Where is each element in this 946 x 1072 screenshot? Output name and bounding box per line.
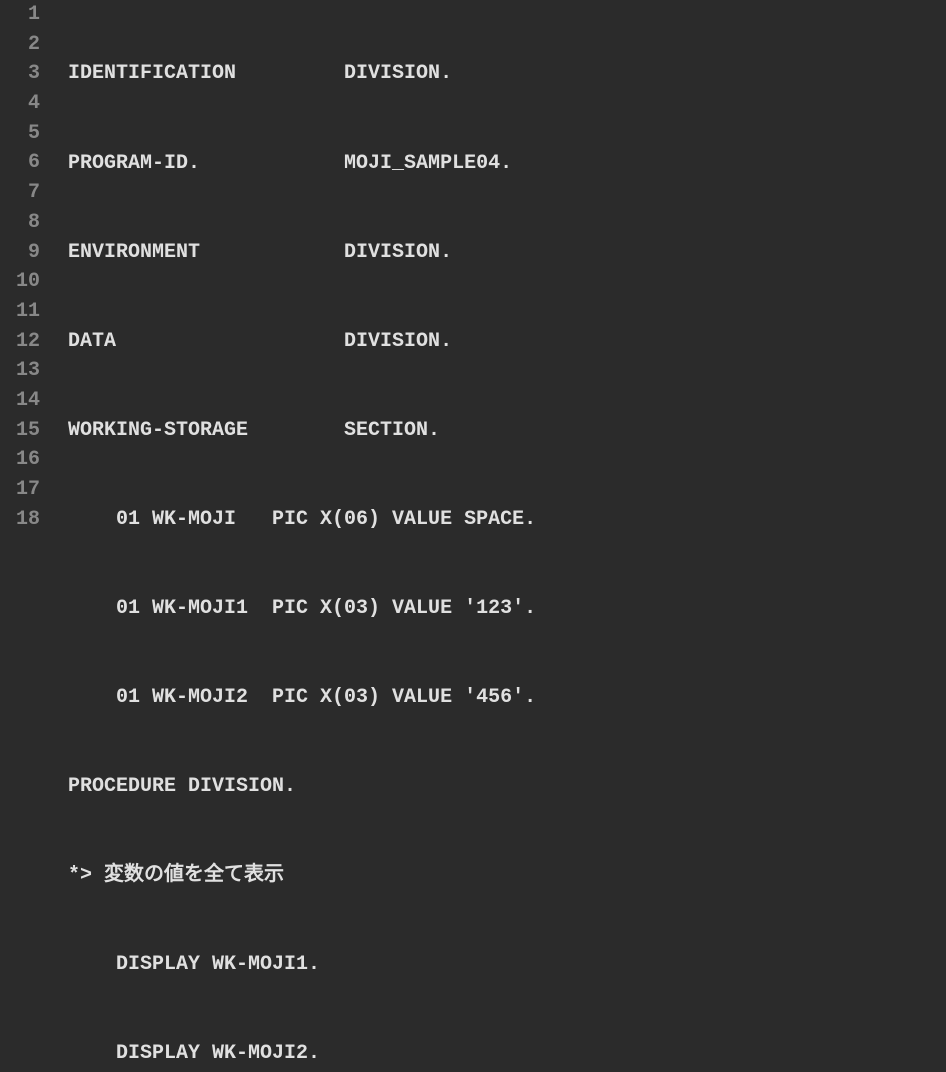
code-line[interactable]: 01 WK-MOJI2 PIC X(03) VALUE '456'. <box>56 683 946 713</box>
line-number: 1 <box>0 0 40 30</box>
line-number: 3 <box>0 59 40 89</box>
line-number: 11 <box>0 297 40 327</box>
line-number: 17 <box>0 475 40 505</box>
code-area[interactable]: IDENTIFICATION DIVISION. PROGRAM-ID. MOJ… <box>56 0 946 536</box>
code-line[interactable]: IDENTIFICATION DIVISION. <box>56 59 946 89</box>
code-editor[interactable]: 1 2 3 4 5 6 7 8 9 10 11 12 13 14 15 16 1… <box>0 0 946 536</box>
line-number: 18 <box>0 505 40 535</box>
code-line[interactable]: WORKING-STORAGE SECTION. <box>56 416 946 446</box>
code-line[interactable]: DATA DIVISION. <box>56 327 946 357</box>
line-number: 6 <box>0 148 40 178</box>
line-number: 15 <box>0 416 40 446</box>
line-number: 4 <box>0 89 40 119</box>
line-number: 5 <box>0 119 40 149</box>
line-number: 9 <box>0 238 40 268</box>
line-number: 13 <box>0 356 40 386</box>
code-line[interactable]: PROGRAM-ID. MOJI_SAMPLE04. <box>56 149 946 179</box>
line-number: 16 <box>0 445 40 475</box>
code-line[interactable]: ENVIRONMENT DIVISION. <box>56 238 946 268</box>
line-number: 7 <box>0 178 40 208</box>
code-line[interactable]: PROCEDURE DIVISION. <box>56 772 946 802</box>
line-number: 12 <box>0 327 40 357</box>
line-number: 10 <box>0 267 40 297</box>
code-line[interactable]: 01 WK-MOJI1 PIC X(03) VALUE '123'. <box>56 594 946 624</box>
line-number: 8 <box>0 208 40 238</box>
line-number-gutter: 1 2 3 4 5 6 7 8 9 10 11 12 13 14 15 16 1… <box>0 0 56 536</box>
code-line[interactable]: 01 WK-MOJI PIC X(06) VALUE SPACE. <box>56 505 946 535</box>
line-number: 2 <box>0 30 40 60</box>
line-number: 14 <box>0 386 40 416</box>
code-line[interactable]: *> 変数の値を全て表示 <box>56 861 946 891</box>
code-line[interactable]: DISPLAY WK-MOJI1. <box>56 950 946 980</box>
code-line[interactable]: DISPLAY WK-MOJI2. <box>56 1039 946 1069</box>
